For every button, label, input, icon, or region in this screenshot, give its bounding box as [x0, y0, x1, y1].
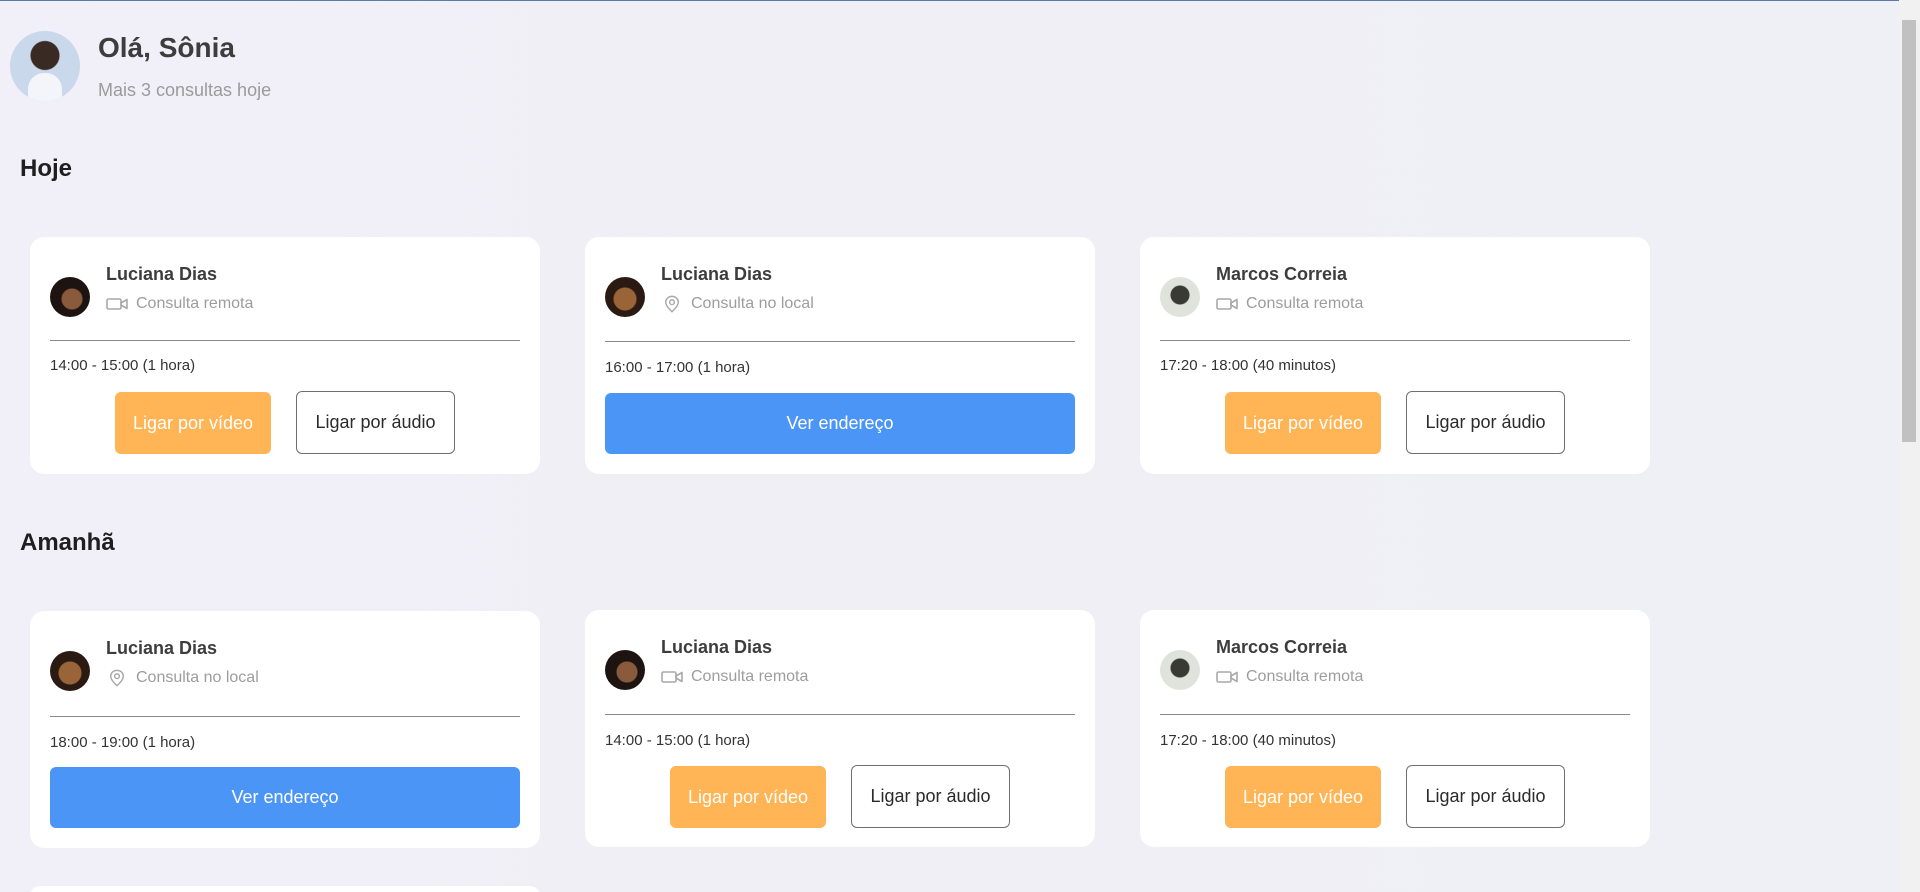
- patient-name: Luciana Dias: [106, 264, 218, 284]
- patient-name: Marcos Correia: [1216, 264, 1348, 284]
- patient-avatar: [1160, 650, 1200, 690]
- appointment-time: 14:00 - 15:00 (1 hora): [605, 732, 751, 749]
- appointment-type-label: Consulta no local: [136, 669, 259, 686]
- window-top-border: [0, 0, 1920, 1]
- appointment-card: Luciana Dias Consulta remota 14:00 - 15:…: [30, 237, 540, 474]
- video-camera-icon: [1216, 671, 1238, 683]
- patient-avatar: [605, 650, 645, 690]
- scrollbar-thumb[interactable]: [1902, 20, 1916, 442]
- greeting-header: Olá, Sônia Mais 3 consultas hoje: [10, 31, 271, 101]
- card-header: Luciana Dias Consulta remota: [605, 636, 808, 690]
- patient-avatar: [605, 277, 645, 317]
- card-header: Luciana Dias Consulta no local: [605, 263, 814, 317]
- appointment-time: 17:20 - 18:00 (40 minutos): [1160, 357, 1336, 374]
- appointment-type: Consulta remota: [661, 668, 808, 686]
- view-address-button[interactable]: Ver endereço: [605, 393, 1075, 454]
- greeting-text: Olá, Sônia Mais 3 consultas hoje: [98, 31, 271, 101]
- appointments-count-subtitle: Mais 3 consultas hoje: [98, 80, 272, 100]
- audio-call-button[interactable]: Ligar por áudio: [1406, 765, 1565, 828]
- card-divider: [605, 341, 1075, 342]
- patient-avatar: [1160, 277, 1200, 317]
- video-call-button[interactable]: Ligar por vídeo: [1225, 766, 1381, 828]
- card-header: Marcos Correia Consulta remota: [1160, 636, 1363, 690]
- appointment-type-label: Consulta remota: [691, 668, 809, 685]
- appointment-card: Marcos Correia Consulta remota 17:20 - 1…: [1140, 237, 1650, 474]
- doctor-avatar: [10, 31, 80, 101]
- appointment-type: Consulta remota: [106, 295, 253, 313]
- appointment-time: 14:00 - 15:00 (1 hora): [50, 357, 196, 374]
- card-divider: [1160, 714, 1630, 715]
- appointment-type: Consulta no local: [106, 669, 259, 687]
- video-camera-icon: [1216, 298, 1238, 310]
- card-header: Marcos Correia Consulta remota: [1160, 263, 1363, 317]
- location-pin-icon: [109, 669, 125, 687]
- audio-call-button[interactable]: Ligar por áudio: [1406, 391, 1565, 454]
- appointment-type: Consulta no local: [661, 295, 814, 313]
- video-camera-icon: [106, 298, 128, 310]
- patient-avatar: [50, 277, 90, 317]
- section-title-tomorrow: Amanhã: [20, 529, 115, 556]
- appointment-card: Marcos Correia Consulta remota 17:20 - 1…: [1140, 610, 1650, 847]
- appointment-type-label: Consulta remota: [1246, 295, 1364, 312]
- appointment-type: Consulta remota: [1216, 295, 1363, 313]
- appointment-time: 17:20 - 18:00 (40 minutos): [1160, 732, 1336, 749]
- video-camera-icon: [661, 671, 683, 683]
- appointment-card: Luciana Dias Consulta no local 16:00 - 1…: [585, 237, 1095, 474]
- appointment-card: Luciana Dias Consulta remota 14:00 - 15:…: [585, 610, 1095, 847]
- appointment-card: [30, 886, 540, 892]
- patient-avatar: [50, 651, 90, 691]
- card-divider: [50, 340, 520, 341]
- card-divider: [1160, 340, 1630, 341]
- video-call-button[interactable]: Ligar por vídeo: [670, 766, 826, 828]
- appointment-time: 18:00 - 19:00 (1 hora): [50, 734, 196, 751]
- video-call-button[interactable]: Ligar por vídeo: [115, 392, 271, 454]
- greeting-title: Olá, Sônia: [98, 32, 235, 63]
- appointment-type-label: Consulta remota: [1246, 668, 1364, 685]
- patient-name: Luciana Dias: [661, 637, 773, 657]
- card-divider: [605, 714, 1075, 715]
- card-header: Luciana Dias Consulta no local: [50, 637, 259, 691]
- card-header: Luciana Dias Consulta remota: [50, 263, 253, 317]
- appointment-type-label: Consulta no local: [691, 295, 814, 312]
- section-title-today: Hoje: [20, 155, 73, 182]
- patient-name: Luciana Dias: [106, 638, 218, 658]
- audio-call-button[interactable]: Ligar por áudio: [851, 765, 1010, 828]
- location-pin-icon: [664, 295, 680, 313]
- vertical-scrollbar[interactable]: [1899, 0, 1920, 892]
- appointment-time: 16:00 - 17:00 (1 hora): [605, 359, 751, 376]
- view-address-button[interactable]: Ver endereço: [50, 767, 520, 828]
- audio-call-button[interactable]: Ligar por áudio: [296, 391, 455, 454]
- patient-name: Luciana Dias: [661, 264, 773, 284]
- appointment-type-label: Consulta remota: [136, 295, 254, 312]
- card-divider: [50, 716, 520, 717]
- appointment-type: Consulta remota: [1216, 668, 1363, 686]
- appointment-card: Luciana Dias Consulta no local 18:00 - 1…: [30, 611, 540, 848]
- video-call-button[interactable]: Ligar por vídeo: [1225, 392, 1381, 454]
- patient-name: Marcos Correia: [1216, 637, 1348, 657]
